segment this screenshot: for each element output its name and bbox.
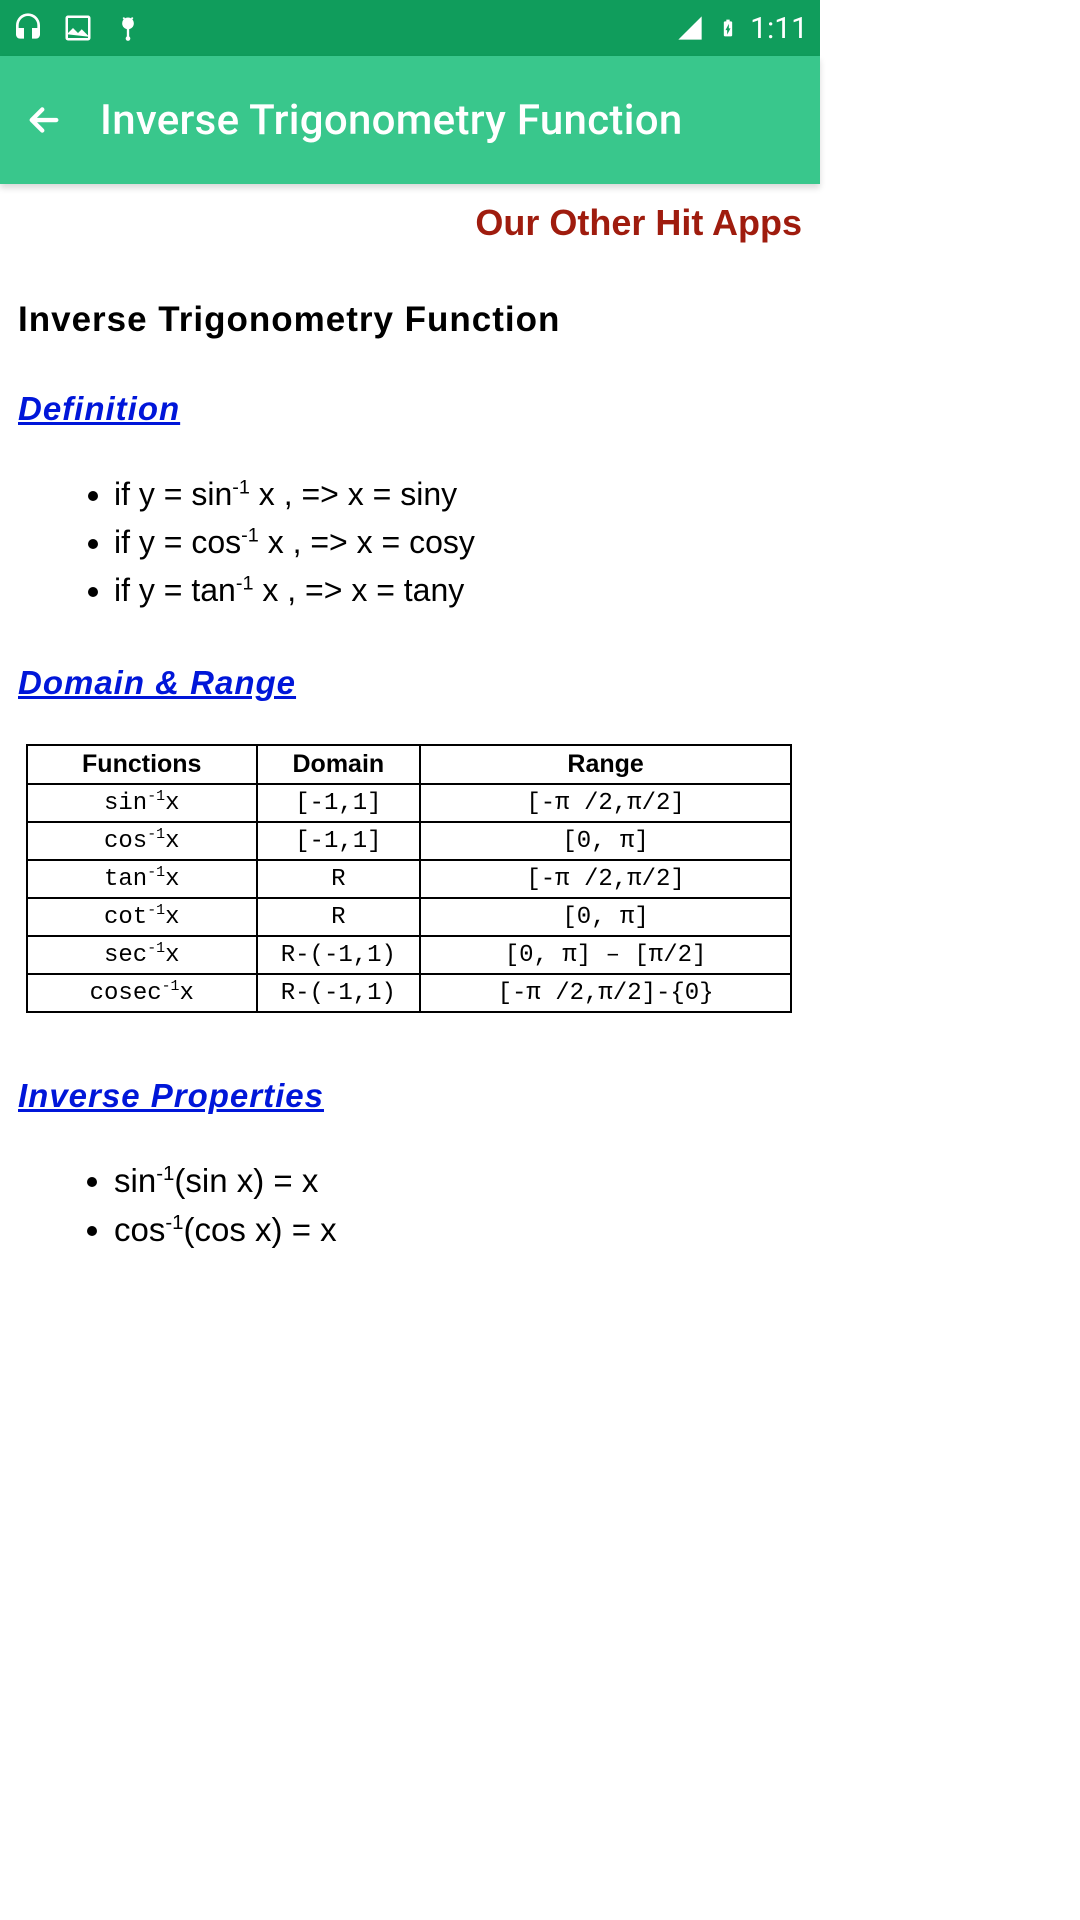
def-sup: -1 [232,476,250,498]
image-icon [62,12,94,44]
def-pre: if y = sin [114,476,232,512]
table-row: sec-1xR-(-1,1)[0, π] – [π/2] [27,936,791,974]
def-post: x , => x = siny [250,476,457,512]
def-pre: if y = cos [114,524,241,560]
page-heading: Inverse Trigonometry Function [18,300,802,340]
table-header-row: Functions Domain Range [27,745,791,784]
domain-range-table: Functions Domain Range sin-1x[-1,1][-π /… [26,744,792,1013]
cell-domain: R-(-1,1) [257,974,421,1012]
cell-domain: [-1,1] [257,784,421,822]
def-sup: -1 [241,524,259,546]
cell-function: tan-1x [27,860,257,898]
app-bar: Inverse Trigonometry Function [0,56,820,184]
prop-post: (cos x) = x [184,1211,337,1248]
cell-function: sin-1x [27,784,257,822]
cell-domain: [-1,1] [257,822,421,860]
prop-sup: -1 [156,1162,174,1185]
cell-range: [-π /2,π/2] [420,860,791,898]
table-row: cot-1xR[0, π] [27,898,791,936]
section-link-domain-range[interactable]: Domain & Range [18,664,802,702]
properties-list: sin-1(sin x) = x cos-1(cos x) = x [18,1157,802,1255]
def-pre: if y = tan [114,572,236,608]
signal-icon [674,12,706,44]
content: Our Other Hit Apps Inverse Trigonometry … [0,184,820,1273]
definition-list: if y = sin-1 x , => x = siny if y = cos-… [18,470,802,614]
prop-sup: -1 [165,1211,183,1234]
status-bar: 1:11 [0,0,820,56]
status-time: 1:11 [750,11,808,46]
headphones-icon [12,12,44,44]
table-row: cosec-1xR-(-1,1)[-π /2,π/2]-{0} [27,974,791,1012]
arrow-left-icon [23,99,65,141]
th-domain: Domain [257,745,421,784]
cell-domain: R [257,860,421,898]
table-row: sin-1x[-1,1][-π /2,π/2] [27,784,791,822]
app-title: Inverse Trigonometry Function [100,96,683,145]
cell-range: [0, π] [420,822,791,860]
section-link-definition[interactable]: Definition [18,390,802,428]
battery-charging-icon [712,12,744,44]
cell-range: [-π /2,π/2] [420,784,791,822]
cell-function: cos-1x [27,822,257,860]
cell-function: sec-1x [27,936,257,974]
list-item: if y = cos-1 x , => x = cosy [114,518,802,566]
cell-range: [0, π] – [π/2] [420,936,791,974]
def-post: x , => x = tany [253,572,464,608]
status-left [12,12,144,44]
list-item: sin-1(sin x) = x [114,1157,802,1206]
section-link-inverse-properties[interactable]: Inverse Properties [18,1077,802,1115]
cell-domain: R [257,898,421,936]
back-button[interactable] [20,96,68,144]
list-item: if y = tan-1 x , => x = tany [114,566,802,614]
def-sup: -1 [236,572,254,594]
prop-pre: sin [114,1162,156,1199]
android-icon [112,12,144,44]
status-right: 1:11 [674,11,808,46]
prop-post: (sin x) = x [174,1162,318,1199]
table-row: tan-1xR[-π /2,π/2] [27,860,791,898]
th-functions: Functions [27,745,257,784]
table-row: cos-1x[-1,1][0, π] [27,822,791,860]
cell-range: [-π /2,π/2]-{0} [420,974,791,1012]
cell-domain: R-(-1,1) [257,936,421,974]
cell-function: cot-1x [27,898,257,936]
th-range: Range [420,745,791,784]
list-item: cos-1(cos x) = x [114,1206,802,1255]
cell-function: cosec-1x [27,974,257,1012]
list-item: if y = sin-1 x , => x = siny [114,470,802,518]
prop-pre: cos [114,1211,165,1248]
promo-link[interactable]: Our Other Hit Apps [18,202,802,244]
def-post: x , => x = cosy [259,524,475,560]
cell-range: [0, π] [420,898,791,936]
